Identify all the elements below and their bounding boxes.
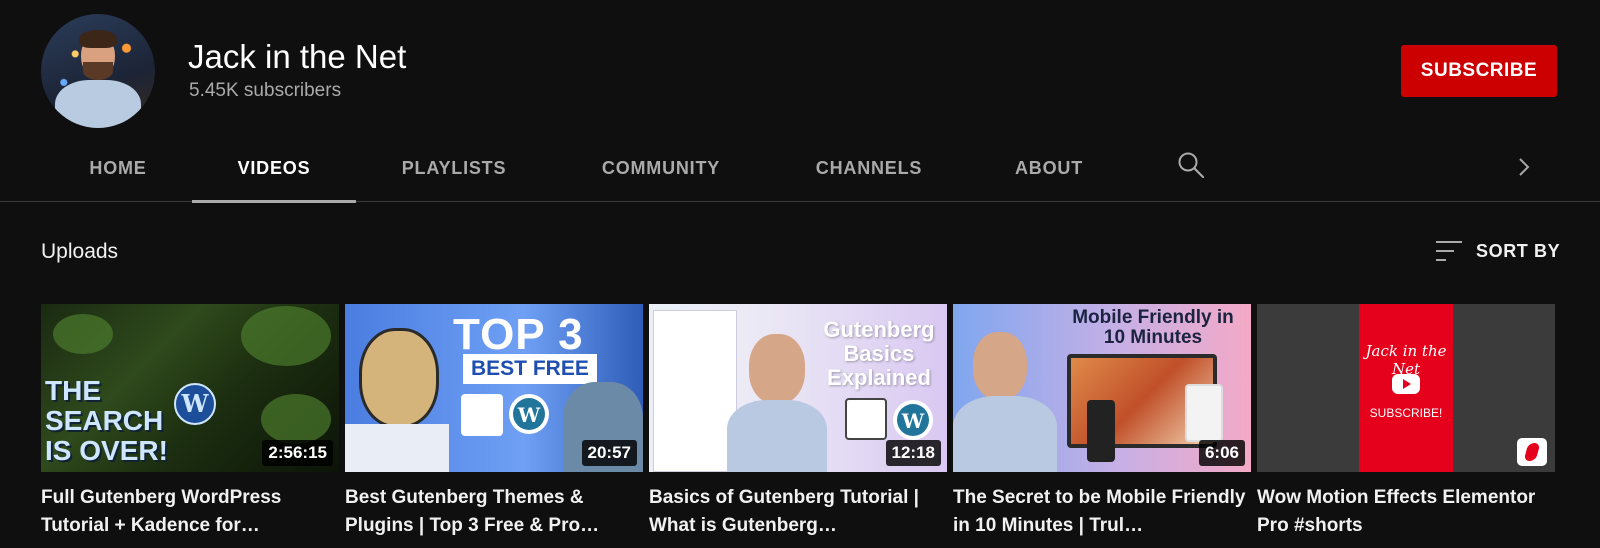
sort-by-button[interactable]: SORT BY — [1436, 234, 1560, 268]
presenter-face-graphic — [749, 334, 805, 404]
channel-header: Jack in the Net 5.45K subscribers SUBSCR… — [0, 0, 1600, 140]
thumbnail-text: Mobile Friendly in 10 Minutes — [1072, 307, 1234, 348]
thumbnail-text: THE — [45, 375, 101, 406]
thumbnail-text: Jack in the Net — [1365, 342, 1447, 378]
video-card[interactable]: Gutenberg Basics Explained W 12:18 Basic… — [649, 304, 947, 540]
shorts-icon — [1517, 438, 1547, 466]
avatar-shirt — [55, 80, 141, 128]
chevron-right-icon[interactable] — [1512, 152, 1536, 182]
search-icon[interactable] — [1176, 150, 1206, 180]
thumbnail-text: TOP 3 — [453, 310, 584, 359]
tablet-graphic — [1185, 384, 1223, 442]
thumbnail-text: SEARCH — [45, 405, 164, 436]
video-title[interactable]: Wow Motion Effects Elementor Pro #shorts — [1257, 484, 1555, 540]
youtube-play-icon — [1392, 374, 1420, 394]
video-thumbnail[interactable]: TOP 3 BEST FREE W 20:57 — [345, 304, 643, 472]
channel-tabs: HOME VIDEOS PLAYLISTS COMMUNITY CHANNELS… — [0, 140, 1600, 203]
uploads-heading: Uploads — [41, 240, 119, 263]
video-title[interactable]: The Secret to be Mobile Friendly in 10 M… — [953, 484, 1251, 540]
gutenberg-logo-icon — [845, 398, 887, 440]
tab-playlists[interactable]: PLAYLISTS — [398, 140, 510, 202]
channel-avatar[interactable] — [41, 14, 155, 128]
wordpress-logo-icon: W — [509, 394, 549, 434]
video-duration: 2:56:15 — [262, 440, 333, 466]
tab-videos[interactable]: VIDEOS — [192, 140, 356, 203]
sort-by-label: SORT BY — [1476, 240, 1561, 261]
thumbnail-text: SUBSCRIBE! — [1369, 406, 1443, 420]
wordpress-logo-icon: W — [174, 383, 216, 425]
foliage-shape — [241, 306, 331, 366]
presenter-shirt-graphic — [953, 396, 1057, 472]
tab-home[interactable]: HOME — [88, 140, 148, 202]
video-thumbnail[interactable]: Gutenberg Basics Explained W 12:18 — [649, 304, 947, 472]
video-thumbnail[interactable]: THE SEARCH IS OVER! W 2:56:15 — [41, 304, 339, 472]
svg-text:W: W — [181, 389, 210, 418]
avatar-hair — [79, 30, 117, 48]
tab-community[interactable]: COMMUNITY — [596, 140, 726, 202]
block-inserter-graphic — [653, 310, 737, 472]
video-duration: 12:18 — [885, 440, 941, 466]
gutenberg-logo-icon — [461, 394, 503, 436]
website-screenshot-graphic — [345, 424, 449, 472]
cartoon-dog-graphic — [359, 328, 439, 428]
channel-name: Jack in the Net — [188, 38, 407, 75]
tab-channels[interactable]: CHANNELS — [812, 140, 926, 202]
wordpress-logo-icon: W — [893, 400, 933, 440]
video-card[interactable]: THE SEARCH IS OVER! W 2:56:15 Full Guten… — [41, 304, 339, 540]
tab-about[interactable]: ABOUT — [1012, 140, 1086, 202]
subscriber-count: 5.45K subscribers — [189, 80, 342, 101]
video-card[interactable]: Mobile Friendly in 10 Minutes 6:06 The S… — [953, 304, 1251, 540]
video-duration: 20:57 — [581, 440, 637, 466]
thumbnail-text: Gutenberg Basics Explained — [823, 317, 935, 390]
shorts-frame: Jack in the Net SUBSCRIBE! — [1359, 304, 1453, 472]
svg-text:W: W — [517, 403, 541, 427]
foliage-shape — [261, 394, 331, 444]
video-card[interactable]: TOP 3 BEST FREE W 20:57 Best Gutenberg T… — [345, 304, 643, 540]
video-title[interactable]: Best Gutenberg Themes & Plugins | Top 3 … — [345, 484, 643, 540]
subscribe-button[interactable]: SUBSCRIBE — [1401, 45, 1557, 97]
video-title[interactable]: Full Gutenberg WordPress Tutorial + Kade… — [41, 484, 339, 540]
foliage-shape — [53, 314, 113, 354]
thumbnail-text: BEST FREE — [463, 354, 597, 384]
sort-icon — [1436, 241, 1462, 261]
phone-graphic — [1087, 400, 1115, 462]
video-title[interactable]: Basics of Gutenberg Tutorial | What is G… — [649, 484, 947, 540]
video-duration: 6:06 — [1198, 440, 1245, 466]
presenter-shirt-graphic — [727, 400, 827, 472]
video-thumbnail[interactable]: Jack in the Net SUBSCRIBE! — [1257, 304, 1555, 472]
svg-text:W: W — [901, 409, 925, 433]
thumbnail-text: IS OVER! — [45, 435, 168, 466]
avatar-beard — [83, 62, 113, 80]
video-card[interactable]: Jack in the Net SUBSCRIBE! Wow Motion Ef… — [1257, 304, 1555, 540]
video-thumbnail[interactable]: Mobile Friendly in 10 Minutes 6:06 — [953, 304, 1251, 472]
presenter-face-graphic — [973, 332, 1027, 400]
